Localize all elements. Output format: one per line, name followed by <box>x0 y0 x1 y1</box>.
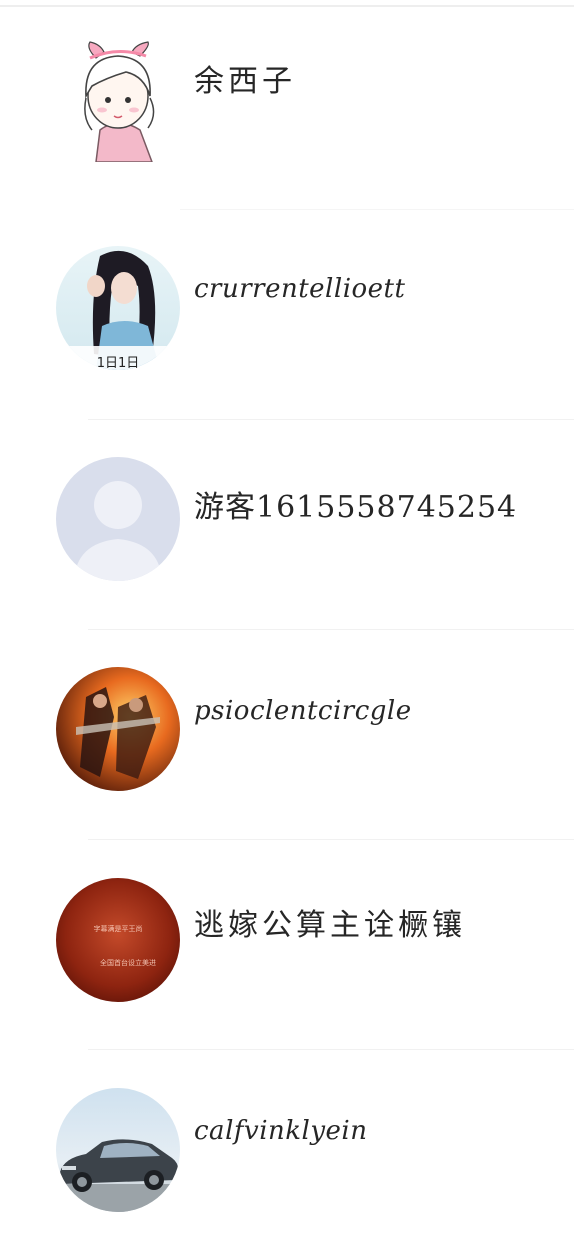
contact-list: 余西子 1日1日 crurrentellioett 游客161555874525… <box>0 0 574 1240</box>
contact-name: psioclentcircgle <box>194 696 412 726</box>
avatar-overlay-text: 全国首台设立美进 <box>100 959 156 967</box>
list-item[interactable]: calfvinklyein <box>0 1050 574 1260</box>
contact-name: 游客1615558745254 <box>194 490 518 525</box>
contact-name: crurrentellioett <box>194 274 406 304</box>
list-item[interactable]: 游客1615558745254 <box>0 420 574 630</box>
avatar-game-character[interactable] <box>56 667 180 791</box>
contact-name: 余西子 <box>194 64 296 99</box>
avatar-red-text[interactable]: 字幕满是平王尚 全国首台设立美进 <box>56 878 180 1002</box>
avatar-overlay-text: 字幕满是平王尚 <box>93 925 143 933</box>
avatar-cartoon-girl[interactable] <box>56 38 180 162</box>
list-item[interactable]: 字幕满是平王尚 全国首台设立美进 逃嫁公算主诠橛镶 <box>0 840 574 1050</box>
list-item[interactable]: psioclentcircgle <box>0 630 574 840</box>
list-item[interactable]: 余西子 <box>0 0 574 210</box>
avatar-caption: 1日1日 <box>96 356 140 371</box>
contact-name: calfvinklyein <box>194 1116 368 1146</box>
avatar-default-silhouette[interactable] <box>56 457 180 581</box>
avatar-car-photo[interactable] <box>56 1088 180 1212</box>
list-item[interactable]: 1日1日 crurrentellioett <box>0 210 574 420</box>
contact-name: 逃嫁公算主诠橛镶 <box>194 908 466 943</box>
